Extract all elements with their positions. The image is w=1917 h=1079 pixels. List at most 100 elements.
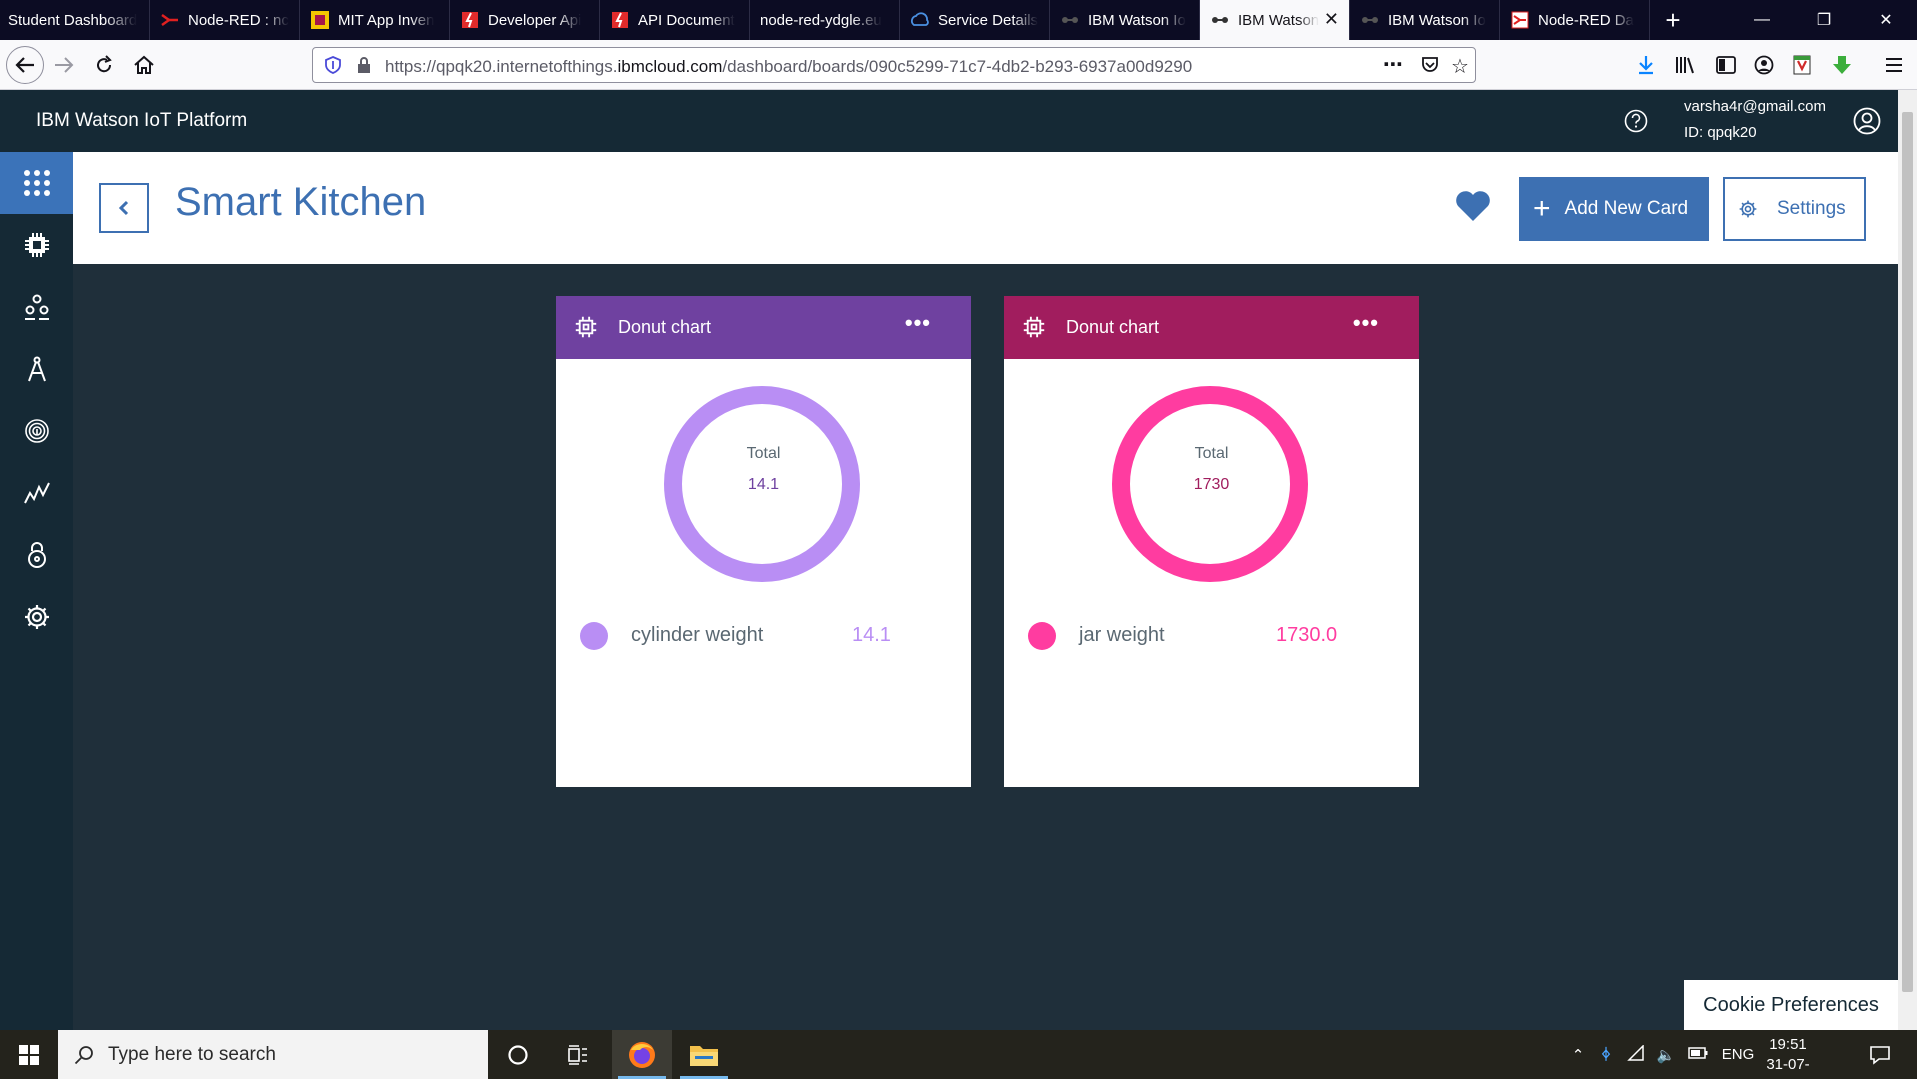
- library-icon[interactable]: [1670, 49, 1702, 81]
- cookie-preferences-button[interactable]: Cookie Preferences: [1684, 980, 1898, 1030]
- org-id: ID: qpqk20: [1684, 124, 1757, 141]
- donut-card: Donut chart ••• Total 14.1 cylinder weig…: [556, 296, 971, 787]
- add-new-card-button[interactable]: + Add New Card: [1519, 177, 1709, 241]
- lock-icon[interactable]: [357, 56, 371, 79]
- extension-shield-icon[interactable]: [1786, 49, 1818, 81]
- browser-tab[interactable]: API Document: [600, 0, 750, 40]
- file-explorer-icon[interactable]: [674, 1030, 734, 1079]
- account-icon[interactable]: [1748, 49, 1780, 81]
- tab-title: Developer Api: [488, 11, 582, 29]
- system-tray: ⌃ ᛄ 🔈 ENG: [1565, 1030, 1761, 1079]
- volume-icon[interactable]: 🔈: [1651, 1046, 1681, 1064]
- legend-swatch: [580, 622, 608, 650]
- donut-total-value: 1730: [1193, 476, 1230, 493]
- fingerprint-icon: [24, 419, 49, 443]
- windows-start-icon[interactable]: [0, 1030, 58, 1079]
- back-arrow-icon[interactable]: [6, 46, 44, 84]
- browser-tab[interactable]: Service Details: [900, 0, 1050, 40]
- legend-swatch: [1028, 622, 1056, 650]
- browser-tab[interactable]: MIT App Inven: [300, 0, 450, 40]
- wifi-icon[interactable]: [1621, 1043, 1651, 1065]
- page-scrollbar[interactable]: [1898, 90, 1917, 1030]
- tab-title: IBM Watson Io: [1388, 11, 1486, 29]
- rail-rules-item[interactable]: [0, 524, 73, 586]
- bookmark-star-icon[interactable]: ☆: [1451, 54, 1469, 79]
- page-actions-icon[interactable]: ⋯: [1383, 52, 1403, 77]
- browser-tab-strip: Student Dashboard Node-RED : nc MIT App …: [0, 0, 1917, 40]
- tab-title: Service Details: [938, 11, 1039, 29]
- rail-usage-item[interactable]: [0, 462, 73, 524]
- home-icon[interactable]: [128, 49, 160, 81]
- close-tab-icon[interactable]: ✕: [1324, 9, 1339, 30]
- mit-app-inventor-icon: [310, 10, 330, 30]
- browser-tab[interactable]: IBM Watson Io: [1350, 0, 1500, 40]
- help-icon[interactable]: [1624, 109, 1648, 138]
- new-tab-button[interactable]: +: [1650, 0, 1696, 40]
- forward-arrow-icon[interactable]: [48, 49, 80, 81]
- favorite-heart-icon[interactable]: [1455, 190, 1491, 227]
- browser-tab[interactable]: Node-RED : nc: [150, 0, 300, 40]
- rail-security-item[interactable]: [0, 400, 73, 462]
- compass-icon: [27, 356, 46, 382]
- rail-boards-item[interactable]: [0, 152, 73, 214]
- chevron-left-icon: [118, 200, 129, 216]
- rail-apps-item[interactable]: [0, 338, 73, 400]
- extension-download-icon[interactable]: [1826, 49, 1858, 81]
- cortana-icon[interactable]: [488, 1030, 548, 1079]
- donut-card: Donut chart ••• Total 1730 jar weight 17…: [1004, 296, 1419, 787]
- card-overflow-menu-icon[interactable]: •••: [1353, 310, 1379, 336]
- browser-tab[interactable]: node-red-ydgle.eu: [750, 0, 900, 40]
- notifications-icon[interactable]: [1850, 1030, 1910, 1079]
- plus-icon: +: [1533, 192, 1551, 225]
- back-button[interactable]: [99, 183, 149, 233]
- user-avatar-icon[interactable]: [1853, 107, 1881, 140]
- browser-tab[interactable]: Developer Api: [450, 0, 600, 40]
- scrollbar-thumb[interactable]: [1902, 112, 1913, 992]
- browser-tab-active[interactable]: IBM Watson ✕: [1200, 0, 1350, 40]
- taskbar-clock[interactable]: 19:51 31-07-2020: [1755, 1035, 1821, 1079]
- rail-settings-item[interactable]: [0, 586, 73, 648]
- watson-iot-icon: [1210, 10, 1230, 30]
- activity-chart-icon: [23, 482, 50, 504]
- reload-icon[interactable]: [88, 49, 120, 81]
- card-header: Donut chart •••: [1004, 296, 1419, 359]
- tracking-shield-icon[interactable]: [325, 56, 341, 79]
- menu-icon[interactable]: [1878, 49, 1910, 81]
- legend-series-value: 14.1: [852, 624, 891, 646]
- tab-title: MIT App Inven: [338, 11, 435, 29]
- rail-members-item[interactable]: [0, 276, 73, 338]
- card-overflow-menu-icon[interactable]: •••: [905, 310, 931, 336]
- settings-button[interactable]: Settings: [1723, 177, 1866, 241]
- legend-series-name: cylinder weight: [631, 624, 764, 646]
- pocket-icon[interactable]: [1421, 56, 1439, 79]
- browser-tab[interactable]: Node-RED Da: [1500, 0, 1650, 40]
- firefox-taskbar-icon[interactable]: [612, 1030, 672, 1079]
- task-view-icon[interactable]: [548, 1030, 608, 1079]
- url-prefix: https://qpqk20.internetofthings.: [385, 57, 618, 76]
- bluetooth-icon[interactable]: ᛄ: [1591, 1046, 1621, 1063]
- battery-icon[interactable]: [1681, 1046, 1715, 1063]
- close-window-icon[interactable]: ✕: [1855, 0, 1917, 40]
- card-title: Donut chart: [1066, 317, 1160, 337]
- side-rail: [0, 152, 73, 1030]
- add-new-card-label: Add New Card: [1564, 198, 1689, 219]
- tab-title: IBM Watson Io: [1088, 11, 1186, 29]
- app-brand[interactable]: IBM Watson IoT Platform: [36, 110, 247, 132]
- card-title: Donut chart: [618, 317, 712, 337]
- browser-tab[interactable]: Student Dashboard: [0, 0, 150, 40]
- minimize-icon[interactable]: —: [1731, 0, 1793, 40]
- legend-series-value: 1730.0: [1276, 624, 1338, 646]
- board-header: Smart Kitchen + Add New Card Settings: [73, 152, 1898, 264]
- apps-grid-icon: [23, 170, 50, 196]
- sidebar-toggle-icon[interactable]: [1710, 49, 1742, 81]
- browser-tab[interactable]: IBM Watson Io: [1050, 0, 1200, 40]
- taskbar-search-box[interactable]: Type here to search: [58, 1030, 488, 1079]
- rail-devices-item[interactable]: [0, 214, 73, 276]
- restore-icon[interactable]: ❐: [1793, 0, 1855, 40]
- tab-title: Node-RED : nc: [188, 11, 289, 29]
- chevron-up-icon[interactable]: ⌃: [1565, 1046, 1591, 1064]
- dashboard-board: Donut chart ••• Total 14.1 cylinder weig…: [73, 264, 1898, 1030]
- url-path: /dashboard/boards/090c5299-71c7-4db2-b29…: [722, 57, 1193, 76]
- download-icon[interactable]: [1630, 49, 1662, 81]
- url-bar[interactable]: https://qpqk20.internetofthings.ibmcloud…: [312, 47, 1476, 83]
